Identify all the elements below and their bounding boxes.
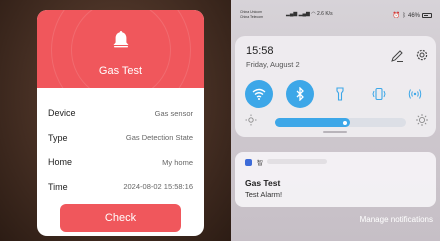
notification-shade: China Unicom China Telecom ▂▄▆ ▂▄▆ ◠ 2.6… [231,0,440,241]
detail-label: Type [48,132,68,143]
bluetooth-icon [296,87,304,101]
detail-row-device: Device Gas sensor [48,101,193,126]
hotspot-icon [408,89,422,99]
detail-value: Gas Detection State [125,133,193,143]
status-bar: China Unicom China Telecom ▂▄▆ ▂▄▆ ◠ 2.6… [240,10,432,28]
hotspot-tile[interactable] [401,80,429,108]
detail-label: Time [48,181,68,192]
brightness-low-icon [245,114,257,126]
brightness-slider[interactable] [275,118,406,127]
notification-title: Gas Test [245,178,281,188]
qs-time: 15:58 [246,45,274,57]
battery-icon [422,13,432,18]
edit-icon[interactable] [390,49,404,63]
flashlight-icon [336,87,344,101]
qs-date: Friday, August 2 [246,60,300,69]
gear-icon[interactable] [415,48,429,62]
bell-icon [113,31,129,48]
battery-percent: 46% [407,12,420,19]
carrier-2: China Telecom [240,15,264,19]
vibrate-icon [372,87,386,101]
expand-handle[interactable] [323,131,347,133]
brightness-knob[interactable] [342,120,347,125]
net-speed: 2.6 [317,11,324,17]
detail-value: Gas sensor [154,108,193,118]
detail-value: 2024-08-02 15:58:16 [123,182,193,192]
wifi-icon [252,88,266,100]
check-button[interactable]: Check [60,204,181,232]
alarm-details: Device Gas sensor Type Gas Detection Sta… [48,101,193,199]
signal-icon: ▂▄▆ ▂▄▆ ◠ 2.6 K/s [286,11,333,17]
notification-body: Test Alarm! [245,190,283,199]
detail-value: My home [162,157,193,167]
detail-row-time: Time 2024-08-02 15:58:16 [48,175,193,200]
quick-settings-panel: 15:58 Friday, August 2 [235,36,436,137]
wifi-tile[interactable] [245,80,273,108]
app-subtext-blurred [267,159,327,164]
detail-label: Device [48,108,76,119]
carrier-labels: China Unicom China Telecom [240,10,263,20]
bluetooth-status-icon: ᛒ [402,12,406,19]
app-icon [245,159,252,166]
brightness-fill [275,118,350,127]
flashlight-tile[interactable] [326,80,354,108]
screenshot-stage: Gas Test Device Gas sensor Type Gas Dete… [0,0,440,241]
manage-notifications-link[interactable]: Manage notifications [360,215,433,224]
app-name: 智 [257,161,264,167]
alarm-dialog-backdrop: Gas Test Device Gas sensor Type Gas Dete… [0,0,232,241]
vibrate-tile[interactable] [365,80,393,108]
alarm-title: Gas Test [98,65,143,77]
status-right: ⏰ ᛒ 46% [393,12,432,19]
bluetooth-tile[interactable] [286,80,314,108]
detail-row-home: Home My home [48,150,193,175]
alarm-card-header: Gas Test [37,10,204,120]
net-unit: K/s [325,11,333,17]
brightness-high-icon [416,114,428,126]
alarm-card: Gas Test Device Gas sensor Type Gas Dete… [37,10,204,236]
detail-row-type: Type Gas Detection State [48,126,193,151]
gas-notification[interactable]: 智 Gas Test Test Alarm! [235,152,436,207]
alarm-clock-icon: ⏰ [392,13,401,19]
detail-label: Home [48,157,73,168]
